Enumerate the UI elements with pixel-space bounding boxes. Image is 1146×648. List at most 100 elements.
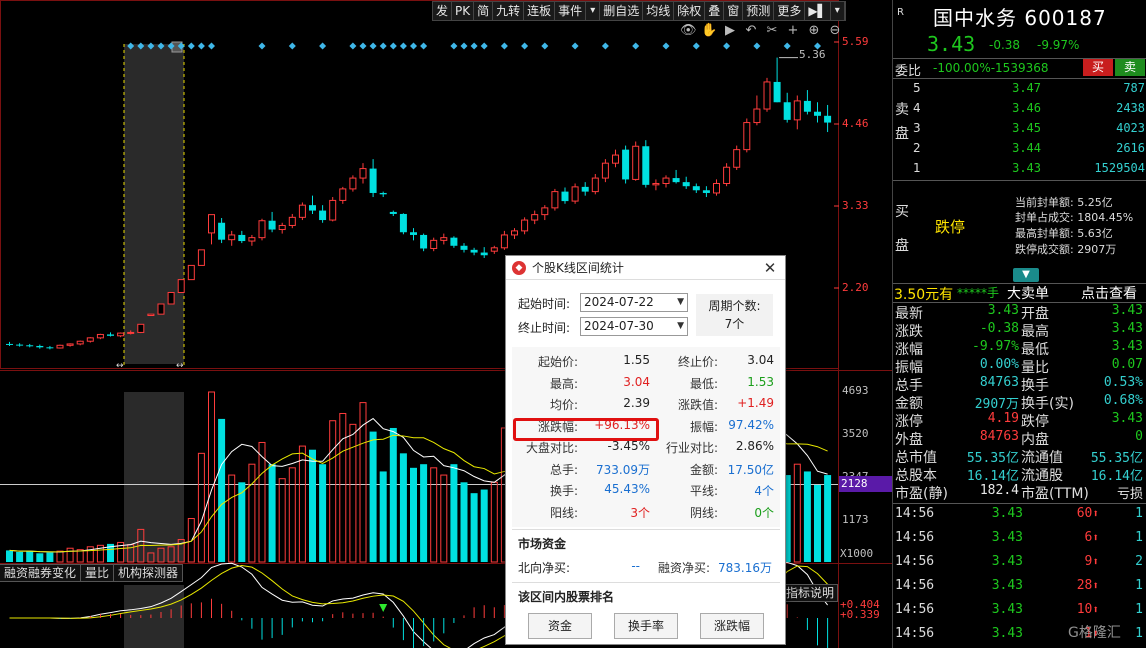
play-icon[interactable]: ▶ [722,23,738,38]
start-time-select[interactable]: 2024-07-22 ▼ [580,293,688,312]
quote-label: 涨停 [895,414,923,430]
toolbar-button[interactable]: 叠 [705,2,725,20]
toolbar-button[interactable]: ▾ [831,2,845,20]
ask-level: 5 [913,81,921,95]
toolbar-button[interactable]: 事件 [555,2,587,20]
candle-body [692,186,700,191]
toolbar-button[interactable]: 简 [474,2,494,20]
north-net-buy-label: 北向净买: [518,561,571,575]
event-diamond [541,42,549,50]
chevron-down-icon: ▼ [677,297,684,307]
toolbar-button[interactable]: 删自选 [600,2,644,20]
stat-label: 起始价: [537,355,578,369]
tick-price: 3.43 [991,554,1023,569]
volume-bar [430,467,438,563]
event-diamond [500,42,508,50]
ask-qty: 1529504 [1094,161,1145,175]
candle-body [56,344,64,349]
candle-body [672,178,680,183]
reset-icon[interactable]: ↶ [743,23,759,38]
tick-row: 14:56 3.43 28⬆ 1 [893,577,1146,595]
sell-side-char: 卖 [895,102,909,118]
weibi-label: 委比 [895,64,922,79]
stock-change: -0.38 [989,38,1021,52]
stat-label: 阳线: [549,505,578,520]
candle-body [420,234,428,249]
event-diamond [288,42,296,50]
tab-margin-trading[interactable]: 融资融券变化 [0,564,82,582]
candle-body [268,220,276,230]
zoom-in-icon[interactable]: ⊕ [806,23,822,38]
tick-time: 14:56 [895,578,935,593]
tick-row: 14:56 3.43 60⬆ 1 [893,505,1146,523]
kline-chart-area[interactable]: ↔ ↔ 发 PK 简九转 连板 事件 ▾ 删自选 均线 除权叠窗预测 更多 ▶▌ ▾ 👁 ✋ ▶ ↶ ✂ + ⊕ ⊖ … [0,0,892,648]
tick-count: 2 [1135,554,1143,569]
candle-body [511,230,518,236]
quote-label: 最新 [895,306,923,322]
volume-bar [66,547,74,563]
rank-turnover-button[interactable]: 换手率 [614,613,678,639]
volume-axis-label: 3520 [842,427,869,440]
stat-value: 45.43% [604,482,650,496]
quote-value: 亏损 [1116,487,1143,502]
candle-body [682,182,690,187]
stat-label: 总手: [549,462,578,477]
event-diamond [753,42,761,50]
stat-value: 3.04 [747,353,774,367]
rank-change-button[interactable]: 涨跌幅 [700,613,764,639]
indicator-help-button[interactable]: 指标说明 [782,584,839,602]
candle-body [480,252,488,256]
chevron-down-icon[interactable]: ▼ [1013,268,1039,282]
plus-icon[interactable]: + [785,23,801,38]
quote-row: 总市值 55.35亿 流通值 55.35亿 [893,447,1146,466]
toolbar-button[interactable]: ▾ [586,2,601,20]
sell-button[interactable]: 卖 [1115,59,1145,76]
ask-price: 3.45 [1012,121,1041,135]
candle-body [662,177,670,184]
toolbar-button[interactable]: 均线 [643,2,675,20]
tick-count: 1 [1135,506,1143,521]
buy-side-char: 买 [895,204,909,220]
scissors-icon[interactable]: ✂ [764,23,780,38]
volume-bar [228,474,236,563]
toolbar-button[interactable]: 发 [433,2,453,20]
candle-body [147,313,155,317]
tick-count: 1 [1135,602,1143,617]
toolbar-button[interactable]: ▶▌ [805,2,831,20]
volume-bar [6,550,13,562]
toolbar-button[interactable]: 连板 [524,2,556,20]
stat-value: -3.45% [607,439,650,453]
candle-body [773,81,781,103]
ask-level: 2 [913,141,921,155]
candle-body [359,168,367,179]
seal-ratio: 封单占成交: 1804.45% [1015,211,1134,224]
rank-funds-button[interactable]: 资金 [528,613,592,639]
quote-label: 振幅 [895,360,923,376]
price-axis-label: 4.46 [842,117,869,130]
toolbar-button[interactable]: 九转 [493,2,525,20]
event-diamond [420,42,428,50]
zoom-out-icon[interactable]: ⊖ [827,23,843,38]
toolbar-button[interactable]: 更多 [774,2,806,20]
toolbar-button[interactable]: PK [452,2,475,20]
divider [893,180,1146,181]
toolbar-button[interactable]: 窗 [724,2,744,20]
ask-qty: 2616 [1116,141,1145,155]
toolbar-button[interactable]: 除权 [674,2,706,20]
end-time-select[interactable]: 2024-07-30 ▼ [580,317,688,336]
tab-volume-ratio[interactable]: 量比 [81,564,115,582]
watermark: G格隆汇 [1068,625,1121,641]
candle-body [329,199,337,221]
tab-institution-detector[interactable]: 机构探测器 [114,564,184,582]
close-icon[interactable]: ✕ [761,259,779,277]
event-diamond [723,42,731,50]
arrow-up-icon: ⬆ [1092,579,1099,592]
sell-side-label: 卖盘 [895,98,909,146]
quote-value: 16.14亿 [1090,469,1143,484]
toolbar-button[interactable]: 预测 [743,2,775,20]
buy-button[interactable]: 买 [1083,59,1113,76]
eye-icon[interactable]: 👁 [680,23,697,38]
hand-icon[interactable]: ✋ [701,23,717,38]
big-order-view-link[interactable]: 点击查看 [1081,283,1137,303]
arrow-up-icon: ⬆ [1092,603,1099,616]
